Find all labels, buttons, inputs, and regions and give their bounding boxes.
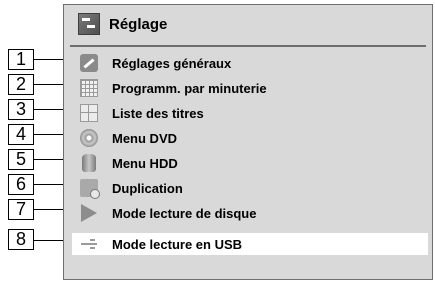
menu-item-label: Liste des titres bbox=[112, 105, 204, 121]
callout-4: 4 bbox=[8, 124, 34, 145]
menu-item-title-list[interactable]: Liste des titres bbox=[72, 102, 428, 124]
title-list-icon bbox=[80, 104, 98, 122]
callout-column: 1 2 3 4 5 6 7 8 bbox=[8, 0, 36, 281]
menu-title: Réglage bbox=[109, 15, 168, 33]
header-divider bbox=[70, 45, 426, 47]
menu-item-label: Duplication bbox=[112, 180, 183, 196]
settings-menu-icon bbox=[78, 13, 100, 35]
callout-7: 7 bbox=[8, 199, 34, 220]
callout-8: 8 bbox=[8, 229, 34, 250]
callout-1: 1 bbox=[8, 49, 34, 70]
dvd-disc-icon bbox=[80, 129, 98, 147]
hdd-icon bbox=[82, 154, 96, 172]
menu-item-label: Réglages généraux bbox=[112, 55, 232, 71]
menu-item-duplication[interactable]: Duplication bbox=[72, 177, 428, 199]
disc-playback-icon bbox=[80, 204, 98, 222]
menu-item-dvd-menu[interactable]: Menu DVD bbox=[72, 127, 428, 149]
usb-icon bbox=[80, 235, 98, 253]
menu-item-label: Menu DVD bbox=[112, 130, 177, 146]
callout-5: 5 bbox=[8, 149, 34, 170]
callout-6: 6 bbox=[8, 174, 34, 195]
menu-item-disc-playback-mode[interactable]: Mode lecture de disque bbox=[72, 202, 428, 224]
menu-item-timer-programming[interactable]: Programm. par minuterie bbox=[72, 77, 428, 99]
menu-item-hdd-menu[interactable]: Menu HDD bbox=[72, 152, 428, 174]
menu-item-usb-playback-mode[interactable]: Mode lecture en USB bbox=[72, 233, 428, 255]
wrench-icon bbox=[80, 54, 98, 72]
callout-2: 2 bbox=[8, 74, 34, 95]
menu-item-label: Mode lecture en USB bbox=[112, 236, 243, 252]
menu-item-label: Programm. par minuterie bbox=[112, 80, 267, 96]
setup-menu-panel: Réglage Réglages généraux Programm. par … bbox=[63, 4, 433, 280]
menu-item-general-settings[interactable]: Réglages généraux bbox=[72, 52, 428, 74]
duplication-icon bbox=[80, 179, 100, 199]
menu-item-label: Menu HDD bbox=[112, 155, 178, 171]
timer-grid-icon bbox=[80, 79, 98, 97]
callout-3: 3 bbox=[8, 99, 34, 120]
menu-item-label: Mode lecture de disque bbox=[112, 205, 257, 221]
menu-header: Réglage bbox=[64, 5, 432, 43]
